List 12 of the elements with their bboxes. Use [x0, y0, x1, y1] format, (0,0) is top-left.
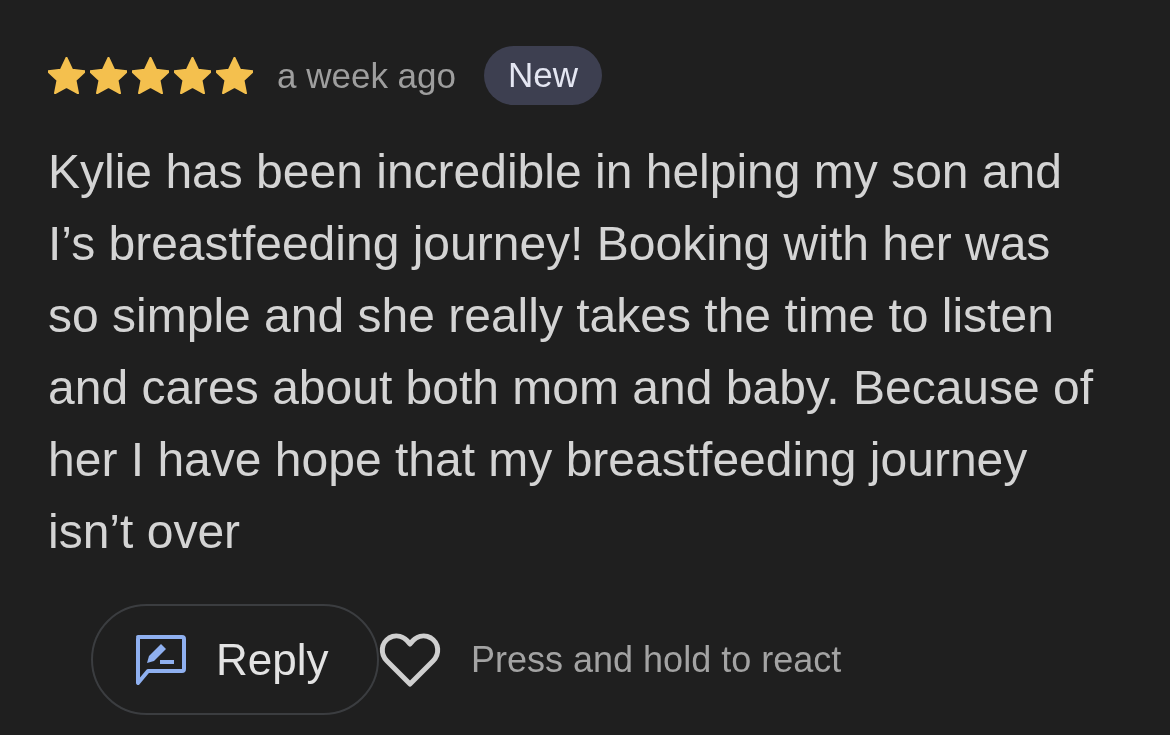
- star-icon: [90, 56, 127, 94]
- react-hint: Press and hold to react: [471, 638, 842, 681]
- new-badge: New: [484, 45, 603, 105]
- reply-icon: [134, 634, 186, 685]
- star-icon: [132, 56, 169, 94]
- reply-button[interactable]: Reply: [91, 604, 379, 715]
- star-icon: [174, 56, 211, 94]
- review-time: a week ago: [277, 57, 457, 93]
- review-text: Kylie has been incredible in helping my son and I’s breastfeeding journey! Booking with her was so simple and she really takes the time to listen and cares about both mom and baby. Because of her I have hope that my breastfeeding journey isn’t over: [48, 144, 1095, 560]
- star-icon: [216, 56, 253, 94]
- star-icon: [48, 56, 85, 94]
- heart-icon[interactable]: [379, 631, 441, 688]
